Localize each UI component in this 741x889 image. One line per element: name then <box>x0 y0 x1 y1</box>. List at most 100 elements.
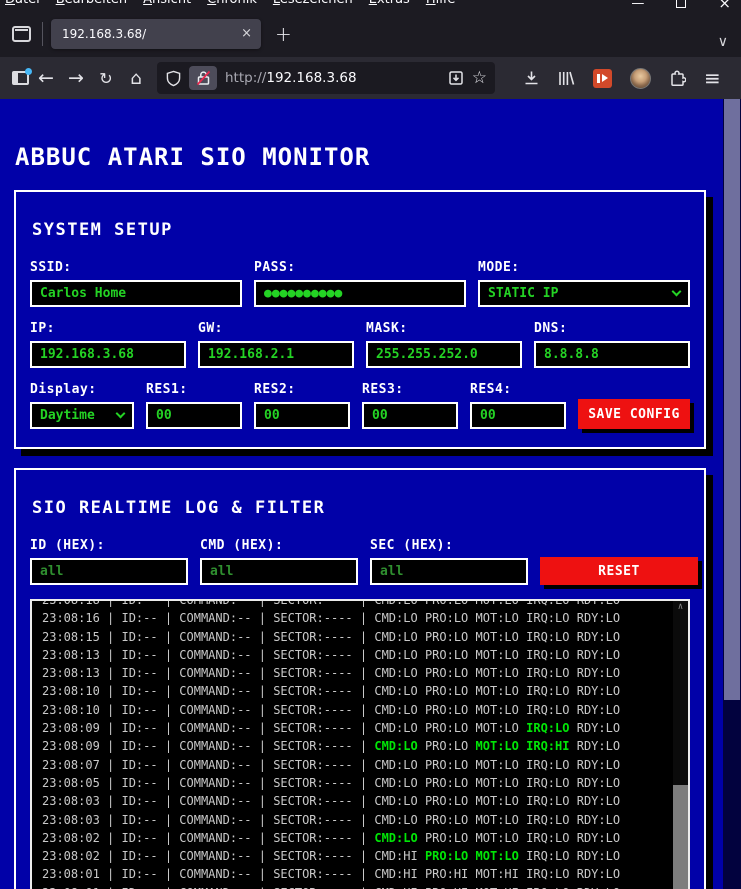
browser-chrome: Datei Bearbeiten Ansicht Chronik Lesezeichen… <box>0 0 741 99</box>
page-title: ABBUC ATARI SIO MONITOR <box>15 143 371 171</box>
url-host: 192.168.3.68 <box>266 70 357 86</box>
tab-close-icon[interactable]: × <box>235 26 252 41</box>
log-row: 23:08:01 | ID:-- | COMMAND:-- | SECTOR:-… <box>42 884 688 889</box>
profile-avatar[interactable] <box>630 67 651 89</box>
menu-item-ansicht[interactable]: Ansicht <box>143 0 191 10</box>
gw-input[interactable] <box>198 341 354 368</box>
mode-select-value: STATIC IP <box>488 286 559 301</box>
field-res4: RES4: <box>470 382 566 429</box>
pass-label: PASS: <box>254 260 296 275</box>
ssid-input[interactable] <box>30 280 242 307</box>
menu-item-chronik[interactable]: Chronik <box>207 0 257 10</box>
filter-cmd-input[interactable] <box>200 558 358 585</box>
log-scrollbar[interactable]: ∧ <box>673 601 688 889</box>
res3-input[interactable] <box>362 402 458 429</box>
res4-label: RES4: <box>470 382 512 397</box>
tab-title: 192.168.3.68/ <box>62 26 147 41</box>
mask-input[interactable] <box>366 341 522 368</box>
menu-item-hilfe[interactable]: Hilfe <box>426 0 456 10</box>
reload-button[interactable]: ↻ <box>91 69 121 88</box>
log-row: 23:08:01 | ID:-- | COMMAND:-- | SECTOR:-… <box>42 867 621 882</box>
log-heading: SIO REALTIME LOG & FILTER <box>32 498 326 518</box>
extension-orange-icon[interactable] <box>593 68 612 88</box>
menu-item-extras[interactable]: Extras <box>369 0 410 10</box>
menu-item-lesezeichen[interactable]: Lesezeichen <box>273 0 353 10</box>
mode-label: MODE: <box>478 260 520 275</box>
home-button[interactable]: ⌂ <box>121 68 151 89</box>
dns-input[interactable] <box>534 341 690 368</box>
firefox-view-icon[interactable] <box>12 25 31 42</box>
scroll-up-arrow-icon[interactable]: ∧ <box>673 601 688 614</box>
save-config-button[interactable]: SAVE CONFIG <box>578 399 690 429</box>
menu-item-datei[interactable]: Datei <box>5 0 40 10</box>
maximize-button[interactable] <box>676 0 687 8</box>
field-res3: RES3: <box>362 382 458 429</box>
mask-label: MASK: <box>366 321 408 336</box>
shield-icon[interactable] <box>166 70 181 87</box>
insecure-lock-icon[interactable] <box>189 66 217 90</box>
url-bar[interactable]: http://192.168.3.68 ☆ <box>157 62 495 94</box>
active-tab[interactable]: 192.168.3.68/ × <box>51 18 261 49</box>
menu-item-bearbeiten[interactable]: Bearbeiten <box>56 0 127 10</box>
log-row: 23:08:02 | ID:-- | COMMAND:-- | SECTOR:-… <box>42 849 621 864</box>
chevron-down-icon <box>671 286 682 297</box>
page-scrollbar-thumb[interactable] <box>724 99 740 700</box>
log-viewer[interactable]: 23:08:18 | ID:-- | COMMAND:-- | SECTOR:-… <box>30 599 690 889</box>
setup-row-2: IP: GW: MASK: DNS: <box>30 321 690 368</box>
filter-cmd-label: CMD (HEX): <box>200 538 284 553</box>
save-page-icon[interactable] <box>448 70 464 86</box>
field-filter-id: ID (HEX): <box>30 538 188 585</box>
tab-separator <box>42 21 43 46</box>
extensions-puzzle-icon[interactable] <box>669 69 686 87</box>
gw-label: GW: <box>198 321 223 336</box>
filter-sec-label: SEC (HEX): <box>370 538 454 553</box>
log-scrollbar-thumb[interactable] <box>673 785 688 889</box>
log-row: 23:08:13 | ID:-- | COMMAND:-- | SECTOR:-… <box>42 647 621 662</box>
pass-input[interactable] <box>254 280 466 307</box>
log-row: 23:08:18 | ID:-- | COMMAND:-- | SECTOR:-… <box>42 599 621 607</box>
filter-sec-input[interactable] <box>370 558 528 585</box>
setup-row-1: SSID: PASS: MODE: STATIC IP <box>30 260 690 307</box>
sidebar-toggle-icon[interactable] <box>12 68 32 85</box>
mode-select[interactable]: STATIC IP <box>478 280 690 307</box>
forward-button[interactable]: → <box>61 67 91 89</box>
close-window-button[interactable]: × <box>718 0 731 12</box>
reset-button[interactable]: RESET <box>540 557 698 585</box>
display-label: Display: <box>30 382 97 397</box>
bookmark-star-icon[interactable]: ☆ <box>472 68 487 88</box>
page-scrollbar[interactable] <box>723 99 741 889</box>
field-ssid: SSID: <box>30 260 242 307</box>
tab-list-chevron-icon[interactable]: ∨ <box>718 34 728 50</box>
field-mode: MODE: STATIC IP <box>478 260 690 307</box>
log-row: 23:08:07 | ID:-- | COMMAND:-- | SECTOR:-… <box>42 757 621 772</box>
ip-input[interactable] <box>30 341 186 368</box>
ip-label: IP: <box>30 321 55 336</box>
log-row: 23:08:15 | ID:-- | COMMAND:-- | SECTOR:-… <box>42 629 621 644</box>
setup-row-3: Display: Daytime RES1: RES2: RES3: <box>30 382 690 429</box>
log-rows: 23:08:18 | ID:-- | COMMAND:-- | SECTOR:-… <box>42 599 688 889</box>
ssid-label: SSID: <box>30 260 72 275</box>
filter-id-input[interactable] <box>30 558 188 585</box>
minimize-button[interactable]: — <box>631 0 644 11</box>
system-setup-panel: SYSTEM SETUP SSID: PASS: MODE: STATIC IP <box>14 190 706 449</box>
field-res1: RES1: <box>146 382 242 429</box>
log-row: 23:08:10 | ID:-- | COMMAND:-- | SECTOR:-… <box>42 702 621 717</box>
web-page: ABBUC ATARI SIO MONITOR SYSTEM SETUP SSI… <box>0 99 741 889</box>
res2-input[interactable] <box>254 402 350 429</box>
res4-input[interactable] <box>470 402 566 429</box>
url-text[interactable]: http://192.168.3.68 <box>225 70 440 86</box>
res1-input[interactable] <box>146 402 242 429</box>
library-icon[interactable] <box>558 71 575 86</box>
display-select[interactable]: Daytime <box>30 402 134 429</box>
menu-hamburger-icon[interactable]: ≡ <box>704 66 721 90</box>
field-res2: RES2: <box>254 382 350 429</box>
field-filter-cmd: CMD (HEX): <box>200 538 358 585</box>
downloads-icon[interactable] <box>523 70 540 86</box>
new-tab-button[interactable]: + <box>275 22 292 46</box>
dns-label: DNS: <box>534 321 568 336</box>
back-button[interactable]: ← <box>31 67 61 89</box>
sio-log-panel: SIO REALTIME LOG & FILTER ID (HEX): CMD … <box>14 468 706 889</box>
res3-label: RES3: <box>362 382 404 397</box>
log-row: 23:08:13 | ID:-- | COMMAND:-- | SECTOR:-… <box>42 666 621 681</box>
log-row: 23:08:03 | ID:-- | COMMAND:-- | SECTOR:-… <box>42 794 621 809</box>
